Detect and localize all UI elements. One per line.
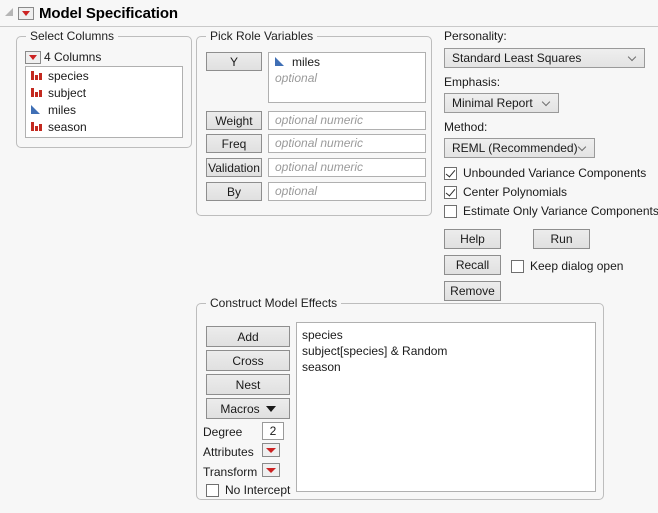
role-button-by[interactable]: By xyxy=(206,182,262,201)
chevron-down-icon xyxy=(543,99,550,106)
role-field-y[interactable]: miles optional xyxy=(268,52,426,103)
checkbox-label: Center Polynomials xyxy=(463,185,567,199)
chevron-down-icon xyxy=(629,54,636,61)
method-label: Method: xyxy=(444,120,487,134)
continuous-icon xyxy=(275,56,286,67)
degree-input[interactable]: 2 xyxy=(262,422,284,440)
continuous-icon xyxy=(31,104,42,115)
role-field-by-placeholder: optional xyxy=(269,183,425,200)
recall-button[interactable]: Recall xyxy=(444,255,501,275)
checkbox-label: No Intercept xyxy=(225,483,290,497)
list-item[interactable]: subject[species] & Random xyxy=(297,343,595,359)
role-field-validation-placeholder: optional numeric xyxy=(269,159,425,176)
checkbox-center-polynomials[interactable]: Center Polynomials xyxy=(444,185,567,199)
column-name: subject xyxy=(48,86,86,100)
remove-button[interactable]: Remove xyxy=(444,281,501,301)
attributes-dropdown-icon[interactable] xyxy=(262,443,280,457)
transform-label: Transform xyxy=(203,465,257,479)
help-button[interactable]: Help xyxy=(444,229,501,249)
role-field-freq-placeholder: optional numeric xyxy=(269,135,425,152)
role-button-validation[interactable]: Validation xyxy=(206,158,262,177)
nest-effect-button[interactable]: Nest xyxy=(206,374,290,395)
degree-label: Degree xyxy=(203,425,242,439)
red-dropdown-icon[interactable] xyxy=(18,7,34,20)
role-field-y-value: miles xyxy=(292,55,320,69)
checkbox-box[interactable] xyxy=(444,167,457,180)
role-field-freq[interactable]: optional numeric xyxy=(268,134,426,153)
add-effect-button[interactable]: Add xyxy=(206,326,290,347)
nominal-icon xyxy=(31,87,42,98)
run-button[interactable]: Run xyxy=(533,229,590,249)
checkbox-box[interactable] xyxy=(444,186,457,199)
list-item[interactable]: species xyxy=(26,67,182,84)
role-button-freq[interactable]: Freq xyxy=(206,134,262,153)
emphasis-value: Minimal Report xyxy=(452,96,533,110)
nominal-icon xyxy=(31,121,42,132)
personality-label: Personality: xyxy=(444,29,507,43)
method-select[interactable]: REML (Recommended) xyxy=(444,138,595,158)
role-field-weight-placeholder: optional numeric xyxy=(269,112,425,129)
macros-menu-button[interactable]: Macros xyxy=(206,398,290,419)
checkbox-keep-dialog-open[interactable]: Keep dialog open xyxy=(511,259,623,273)
list-item[interactable]: miles xyxy=(26,101,182,118)
chevron-down-icon xyxy=(579,144,586,151)
cross-effect-button[interactable]: Cross xyxy=(206,350,290,371)
emphasis-select[interactable]: Minimal Report xyxy=(444,93,559,113)
list-item[interactable]: subject xyxy=(26,84,182,101)
columns-menu-icon[interactable] xyxy=(25,51,41,64)
role-field-weight[interactable]: optional numeric xyxy=(268,111,426,130)
personality-value: Standard Least Squares xyxy=(452,51,581,65)
list-item[interactable]: season xyxy=(26,118,182,135)
attributes-label: Attributes xyxy=(203,445,254,459)
chevron-down-icon xyxy=(266,406,276,412)
checkbox-label: Estimate Only Variance Components xyxy=(463,204,658,218)
macros-button-label: Macros xyxy=(220,402,259,416)
page-title: Model Specification xyxy=(39,5,178,22)
nominal-icon xyxy=(31,70,42,81)
personality-select[interactable]: Standard Least Squares xyxy=(444,48,645,68)
checkbox-box[interactable] xyxy=(206,484,219,497)
role-field-by[interactable]: optional xyxy=(268,182,426,201)
checkbox-no-intercept[interactable]: No Intercept xyxy=(206,483,290,497)
checkbox-box[interactable] xyxy=(444,205,457,218)
emphasis-label: Emphasis: xyxy=(444,75,500,89)
list-item[interactable]: species xyxy=(297,327,595,343)
role-field-y-placeholder: optional xyxy=(269,70,425,87)
construct-model-effects-legend: Construct Model Effects xyxy=(206,296,341,310)
columns-count-header[interactable]: 4 Columns xyxy=(25,50,101,64)
select-columns-legend: Select Columns xyxy=(26,29,118,43)
disclosure-triangle-icon[interactable] xyxy=(4,7,16,19)
transform-dropdown-icon[interactable] xyxy=(262,463,280,477)
checkbox-box[interactable] xyxy=(511,260,524,273)
checkbox-unbounded-variance-components[interactable]: Unbounded Variance Components xyxy=(444,166,646,180)
role-field-validation[interactable]: optional numeric xyxy=(268,158,426,177)
select-columns-list[interactable]: species subject miles season xyxy=(25,66,183,138)
checkbox-estimate-only-variance-components[interactable]: Estimate Only Variance Components xyxy=(444,204,658,218)
role-button-y[interactable]: Y xyxy=(206,52,262,71)
list-item[interactable]: season xyxy=(297,359,595,375)
columns-count-label: 4 Columns xyxy=(44,50,101,64)
column-name: miles xyxy=(48,103,76,117)
window-titlebar: Model Specification xyxy=(0,0,658,27)
role-field-y-value-row: miles xyxy=(269,53,425,70)
model-effects-list[interactable]: species subject[species] & Random season xyxy=(296,322,596,492)
role-button-weight[interactable]: Weight xyxy=(206,111,262,130)
checkbox-label: Keep dialog open xyxy=(530,259,623,273)
pick-role-variables-legend: Pick Role Variables xyxy=(206,29,317,43)
checkbox-label: Unbounded Variance Components xyxy=(463,166,646,180)
column-name: season xyxy=(48,120,87,134)
column-name: species xyxy=(48,69,89,83)
method-value: REML (Recommended) xyxy=(452,141,578,155)
